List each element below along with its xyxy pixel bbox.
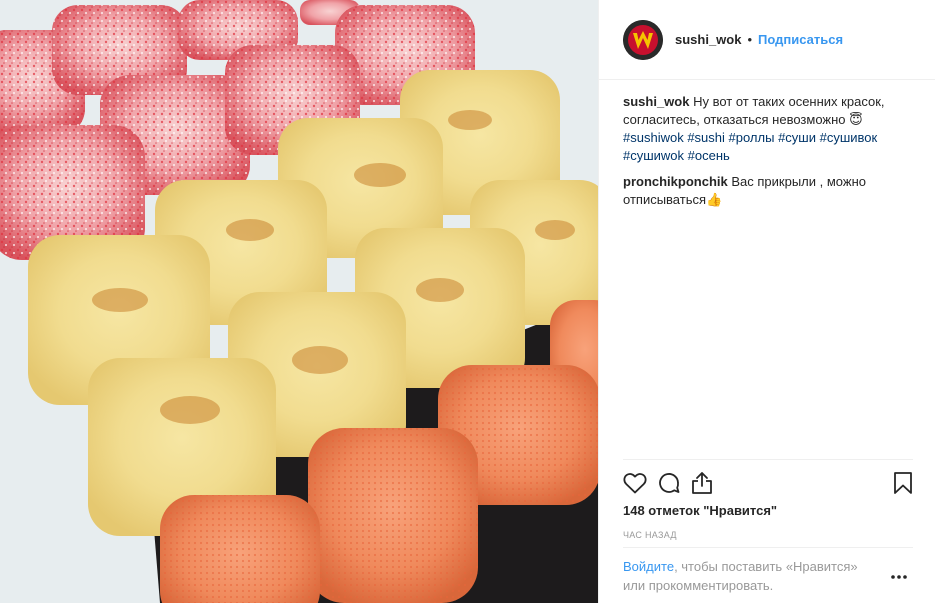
header-username[interactable]: sushi_wok xyxy=(675,32,741,47)
hashtag-link[interactable]: #sushiwok xyxy=(623,130,684,145)
comment-item: pronchikponchik Вас прикрыли , можно отп… xyxy=(623,173,913,209)
hashtag-link[interactable]: #суши xyxy=(778,130,816,145)
comment-username[interactable]: pronchikponchik xyxy=(623,174,728,189)
hashtag-link[interactable]: #сушивок xyxy=(820,130,878,145)
likes-count[interactable]: 148 отметок "Нравится" xyxy=(623,503,777,518)
instagram-post: sushi_wok • Подписаться sushi_wok Ну вот… xyxy=(0,0,935,603)
bookmark-icon[interactable] xyxy=(879,468,913,498)
caption: sushi_wok Ну вот от таких осенних красок… xyxy=(623,93,913,165)
caption-emoji: 😇 xyxy=(849,112,863,127)
sushi-rolls-image xyxy=(0,0,598,603)
sushi-wok-logo-icon[interactable] xyxy=(623,19,663,60)
hashtag-link[interactable]: #осень xyxy=(688,148,730,163)
post-sidebar: sushi_wok • Подписаться sushi_wok Ну вот… xyxy=(598,0,935,603)
follow-button[interactable]: Подписаться xyxy=(758,32,843,47)
more-options-icon[interactable] xyxy=(890,568,908,583)
heart-icon[interactable] xyxy=(623,468,657,498)
caption-username[interactable]: sushi_wok xyxy=(623,94,689,109)
hashtag-link[interactable]: #роллы xyxy=(729,130,775,145)
hashtag-link[interactable]: #sushi xyxy=(687,130,725,145)
comment-emoji: 👍 xyxy=(706,192,723,207)
post-photo[interactable] xyxy=(0,0,598,603)
post-timestamp[interactable]: ЧАС НАЗАД xyxy=(623,530,677,540)
share-icon[interactable] xyxy=(691,468,725,498)
comment-icon[interactable] xyxy=(657,468,691,498)
login-prompt: Войдите, чтобы поставить «Нравится» или … xyxy=(623,557,873,595)
login-link[interactable]: Войдите xyxy=(623,559,674,574)
header-separator: • xyxy=(747,32,753,47)
actions-divider xyxy=(623,459,913,460)
login-divider xyxy=(623,547,913,548)
post-header: sushi_wok • Подписаться xyxy=(599,0,935,80)
hashtag-link[interactable]: #сушиwok xyxy=(623,148,684,163)
comments-section: sushi_wok Ну вот от таких осенних красок… xyxy=(623,93,913,217)
action-bar xyxy=(623,468,913,498)
